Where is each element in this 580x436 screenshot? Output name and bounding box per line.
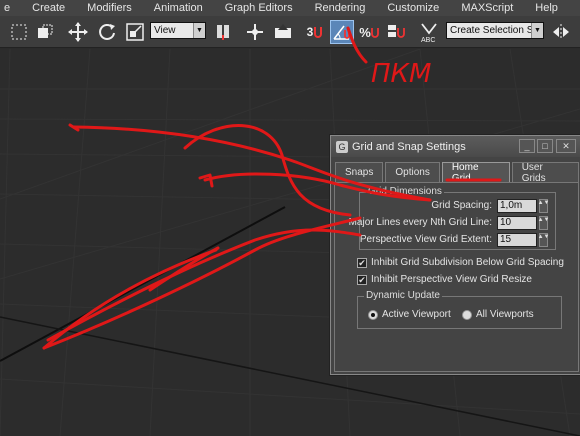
reference-coordinate-dropdown[interactable]: View ▼ <box>150 22 206 39</box>
grid-spacing-field[interactable]: 1,0m <box>497 199 537 213</box>
keyboard-shortcut-icon[interactable] <box>272 20 294 44</box>
all-viewports-label: All Viewports <box>476 309 534 320</box>
inhibit-persp-resize-checkbox[interactable]: ✔ Inhibit Perspective View Grid Resize <box>357 274 532 285</box>
scale-icon[interactable] <box>123 20 147 44</box>
select-region-icon[interactable] <box>8 20 30 44</box>
menu-item-help[interactable]: Help <box>535 2 558 14</box>
menu-item-graph-editors[interactable]: Graph Editors <box>225 2 293 14</box>
major-lines-field[interactable]: 10 <box>497 216 537 230</box>
minimize-icon[interactable]: _ <box>519 139 535 153</box>
perspective-extent-field[interactable]: 15 <box>497 233 537 247</box>
home-grid-panel: Grid Dimensions Grid Spacing: 1,0m ▲▼ Ma… <box>334 182 579 372</box>
major-lines-spinner[interactable]: ▲▼ <box>538 216 549 230</box>
tab-home-grid[interactable]: Home Grid <box>441 162 510 184</box>
reference-coordinate-value: View <box>154 25 176 36</box>
app-icon: G <box>336 140 348 153</box>
menu-item-modifiers[interactable]: Modifiers <box>87 2 132 14</box>
grid-snap-settings-dialog: G Grid and Snap Settings _ □ ✕ Snaps Opt… <box>330 135 580 375</box>
angle-snap-toggle[interactable] <box>330 20 354 44</box>
window-crossing-icon[interactable] <box>34 20 56 44</box>
magnet-icon <box>370 28 379 38</box>
named-selection-sets-dropdown[interactable]: Create Selection Se ▼ <box>446 22 544 39</box>
inhibit-persp-resize-label: Inhibit Perspective View Grid Resize <box>371 274 532 285</box>
dynamic-update-label: Dynamic Update <box>364 290 442 301</box>
svg-text:ABC: ABC <box>421 37 435 43</box>
inhibit-subdivision-label: Inhibit Grid Subdivision Below Grid Spac… <box>371 257 564 268</box>
tab-snaps[interactable]: Snaps <box>335 162 384 182</box>
active-viewport-label: Active Viewport <box>382 309 451 320</box>
edit-named-selection-icon[interactable]: ABC <box>418 20 440 44</box>
maximize-icon[interactable]: □ <box>537 139 553 153</box>
rotate-icon[interactable] <box>95 20 119 44</box>
chevron-down-icon: ▼ <box>531 23 543 38</box>
pivot-center-icon[interactable] <box>212 20 234 44</box>
menu-item-rendering[interactable]: Rendering <box>315 2 366 14</box>
radio-unselected-icon <box>462 309 472 320</box>
dialog-title: Grid and Snap Settings <box>352 140 466 153</box>
snap-toggle-button[interactable]: 3 <box>302 20 328 44</box>
perspective-extent-spinner[interactable]: ▲▼ <box>538 233 549 247</box>
menu-bar: e Create Modifiers Animation Graph Edito… <box>0 0 580 16</box>
checkbox-checked-icon: ✔ <box>357 274 367 285</box>
grid-spacing-spinner[interactable]: ▲▼ <box>538 199 549 213</box>
percent-label: % <box>359 24 371 40</box>
all-viewports-radio[interactable]: All Viewports <box>462 309 534 320</box>
mirror-icon[interactable] <box>550 20 572 44</box>
perspective-extent-label: Perspective View Grid Extent: <box>359 234 492 245</box>
menu-item-maxscript[interactable]: MAXScript <box>461 2 513 14</box>
grid-spacing-label: Grid Spacing: <box>431 200 492 211</box>
angle-snap-icon <box>333 25 350 40</box>
snap-dimension-label: 3 <box>306 25 314 39</box>
grid-dimensions-label: Grid Dimensions <box>366 186 444 197</box>
tab-options[interactable]: Options <box>385 162 440 182</box>
select-manipulate-icon[interactable] <box>244 20 266 44</box>
percent-snap-toggle[interactable]: % <box>357 20 381 44</box>
settings-tabs: Snaps Options Home Grid User Grids <box>335 162 580 184</box>
menu-item-animation[interactable]: Animation <box>154 2 203 14</box>
tab-user-grids[interactable]: User Grids <box>511 162 579 184</box>
main-toolbar: View ▼ 3 % ABC Create Selection Se ▼ <box>0 16 580 48</box>
major-lines-label: Major Lines every Nth Grid Line: <box>348 217 492 228</box>
radio-selected-icon <box>368 309 378 320</box>
menu-item-create[interactable]: Create <box>32 2 65 14</box>
magnet-icon <box>314 27 323 38</box>
menu-item-edit[interactable]: e <box>4 2 10 14</box>
menu-item-customize[interactable]: Customize <box>387 2 439 14</box>
named-selection-placeholder: Create Selection Se <box>450 25 539 36</box>
active-viewport-radio[interactable]: Active Viewport <box>368 309 451 320</box>
grid-axis-line <box>0 206 286 362</box>
checkbox-checked-icon: ✔ <box>357 257 367 268</box>
close-icon[interactable]: ✕ <box>556 139 576 153</box>
move-icon[interactable] <box>66 20 90 44</box>
inhibit-subdivision-checkbox[interactable]: ✔ Inhibit Grid Subdivision Below Grid Sp… <box>357 257 564 268</box>
chevron-down-icon: ▼ <box>193 23 205 38</box>
spinner-snap-toggle[interactable] <box>384 20 408 44</box>
